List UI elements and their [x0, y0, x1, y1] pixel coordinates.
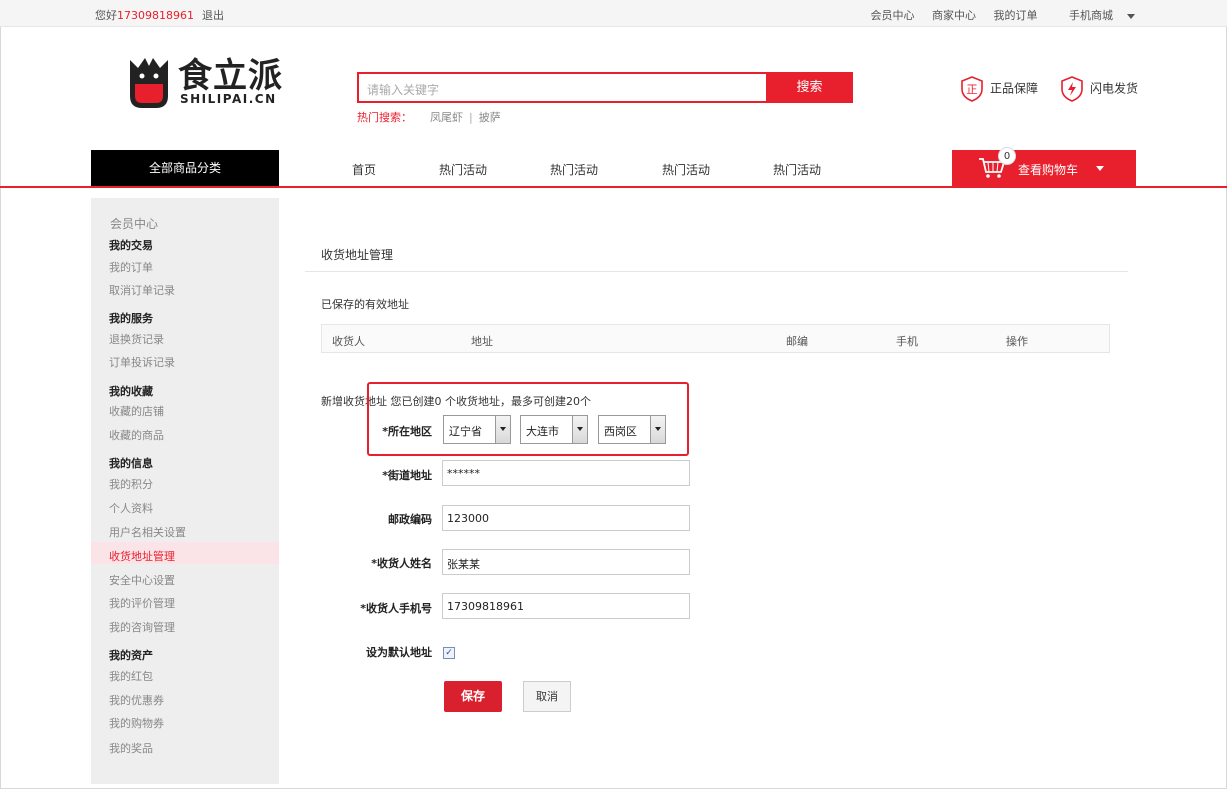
district-select[interactable]: 西岗区: [598, 415, 666, 444]
street-address-input[interactable]: ******: [442, 460, 690, 486]
sidebar-group-info: 我的信息: [109, 457, 153, 470]
sidebar-item-security[interactable]: 安全中心设置: [109, 572, 175, 588]
save-button[interactable]: 保存: [444, 681, 502, 712]
sidebar-item-profile[interactable]: 个人资料: [109, 500, 153, 516]
default-address-checkbox[interactable]: ✓: [443, 647, 455, 659]
default-address-label: 设为默认地址: [366, 646, 432, 659]
sidebar-group-favorites: 我的收藏: [109, 385, 153, 398]
sidebar-group-service: 我的服务: [109, 312, 153, 325]
select-arrow-icon: [495, 416, 510, 443]
view-cart-button[interactable]: 0 查看购物车: [952, 147, 1136, 186]
sidebar-item-address-management[interactable]: 收货地址管理: [109, 548, 175, 564]
hot-searches: 热门搜索： 凤尾虾 | 披萨: [357, 109, 501, 125]
merchant-center-link[interactable]: 商家中心: [932, 9, 976, 22]
logout-link[interactable]: 退出: [202, 9, 224, 22]
hot-keyword[interactable]: 披萨: [479, 111, 501, 124]
sidebar-item-coupons[interactable]: 我的优惠券: [109, 692, 164, 708]
guarantee-label: 正品保障: [990, 81, 1039, 96]
sidebar-item-username-settings[interactable]: 用户名相关设置: [109, 524, 186, 540]
cart-count-badge: 0: [998, 147, 1016, 165]
address-table-header: 收货人 地址 邮编 手机 操作: [321, 324, 1110, 353]
column-header-address: 地址: [471, 335, 493, 348]
nav-item-promo[interactable]: 热门活动: [550, 161, 598, 178]
authentic-icon-glyph: 正: [967, 83, 978, 96]
cancel-button[interactable]: 取消: [523, 681, 571, 712]
recipient-name-label: *收货人姓名: [371, 557, 432, 570]
guarantee-label: 闪电发货: [1090, 81, 1139, 96]
sidebar-item-cancelled-orders[interactable]: 取消订单记录: [109, 282, 175, 298]
sidebar-item-red-packets[interactable]: 我的红包: [109, 668, 153, 684]
member-sidebar: 会员中心 我的交易 我的订单 取消订单记录 我的服务 退换货记录 订单投诉记录 …: [91, 198, 279, 784]
saved-addresses-title: 已保存的有效地址: [321, 298, 409, 311]
sidebar-title: 会员中心: [110, 217, 159, 231]
region-label: *所在地区: [382, 425, 432, 438]
logo-brand: 食立派: [178, 56, 283, 96]
mobile-mall-link[interactable]: 手机商城: [1055, 9, 1135, 22]
title-divider: [305, 271, 1128, 272]
sidebar-item-returns[interactable]: 退换货记录: [109, 331, 164, 347]
sidebar-item-orders[interactable]: 我的订单: [109, 259, 153, 275]
cart-label: 查看购物车: [1018, 163, 1079, 177]
caret-down-icon: [1127, 13, 1135, 19]
my-orders-link[interactable]: 我的订单: [994, 9, 1038, 22]
sidebar-group-assets: 我的资产: [109, 649, 153, 662]
guarantee-fast-delivery: 闪电发货: [1060, 76, 1138, 102]
province-select[interactable]: 辽宁省: [443, 415, 511, 444]
top-bar: 您好17309818961 退出 会员中心 商家中心 我的订单 手机商城: [0, 0, 1227, 27]
cart-dropdown-icon: [1096, 166, 1104, 171]
province-value: 辽宁省: [449, 425, 482, 438]
member-center-link[interactable]: 会员中心: [871, 9, 915, 22]
user-greeting: 您好17309818961 退出: [95, 7, 224, 23]
nav-item-home[interactable]: 首页: [352, 161, 376, 178]
sidebar-item-fav-products[interactable]: 收藏的商品: [109, 427, 164, 443]
all-categories-button[interactable]: 全部商品分类: [91, 150, 279, 186]
sidebar-item-complaints[interactable]: 订单投诉记录: [109, 354, 175, 370]
hot-search-label: 热门搜索：: [357, 111, 412, 124]
hot-keyword-separator: |: [469, 111, 473, 124]
street-label: *街道地址: [382, 469, 432, 482]
column-header-recipient: 收货人: [332, 335, 365, 348]
column-header-phone: 手机: [896, 335, 918, 348]
column-header-postcode: 邮编: [786, 335, 808, 348]
recipient-phone-input[interactable]: 17309818961: [442, 593, 690, 619]
sidebar-group-trade: 我的交易: [109, 239, 153, 252]
city-select[interactable]: 大连市: [520, 415, 588, 444]
nav-item-promo[interactable]: 热门活动: [773, 161, 821, 178]
user-phone: 17309818961: [117, 9, 194, 22]
sidebar-item-prizes[interactable]: 我的奖品: [109, 740, 153, 756]
sidebar-item-fav-shops[interactable]: 收藏的店铺: [109, 403, 164, 419]
city-value: 大连市: [526, 425, 559, 438]
nav-item-promo[interactable]: 热门活动: [439, 161, 487, 178]
page-title: 收货地址管理: [321, 248, 394, 262]
authentic-icon: 正: [961, 76, 983, 102]
column-header-actions: 操作: [1006, 335, 1028, 348]
sidebar-item-reviews[interactable]: 我的评价管理: [109, 595, 175, 611]
lightning-icon: [1061, 76, 1083, 102]
nav-item-promo[interactable]: 热门活动: [662, 161, 710, 178]
logo-subtext: SHILIPAI.CN: [180, 92, 277, 106]
sidebar-item-inquiries[interactable]: 我的咨询管理: [109, 619, 175, 635]
recipient-name-input[interactable]: 张某某: [442, 549, 690, 575]
sidebar-item-points[interactable]: 我的积分: [109, 476, 153, 492]
greeting-text: 您好: [95, 9, 117, 22]
top-links: 会员中心 商家中心 我的订单 手机商城: [857, 7, 1135, 23]
district-value: 西岗区: [604, 425, 637, 438]
search-input[interactable]: 请输入关键字: [357, 72, 767, 103]
select-arrow-icon: [572, 416, 587, 443]
recipient-phone-label: *收货人手机号: [360, 602, 432, 615]
sidebar-item-vouchers[interactable]: 我的购物券: [109, 715, 164, 731]
mobile-mall-label: 手机商城: [1069, 9, 1113, 22]
guarantee-authentic: 正 正品保障: [960, 76, 1038, 102]
site-logo[interactable]: 食立派 SHILIPAI.CN: [126, 48, 301, 110]
hot-keyword[interactable]: 凤尾虾: [430, 111, 463, 124]
search-button[interactable]: 搜索: [766, 72, 853, 103]
postcode-label: 邮政编码: [388, 513, 432, 526]
select-arrow-icon: [650, 416, 665, 443]
logo-icon: [130, 58, 168, 108]
postcode-input[interactable]: 123000: [442, 505, 690, 531]
